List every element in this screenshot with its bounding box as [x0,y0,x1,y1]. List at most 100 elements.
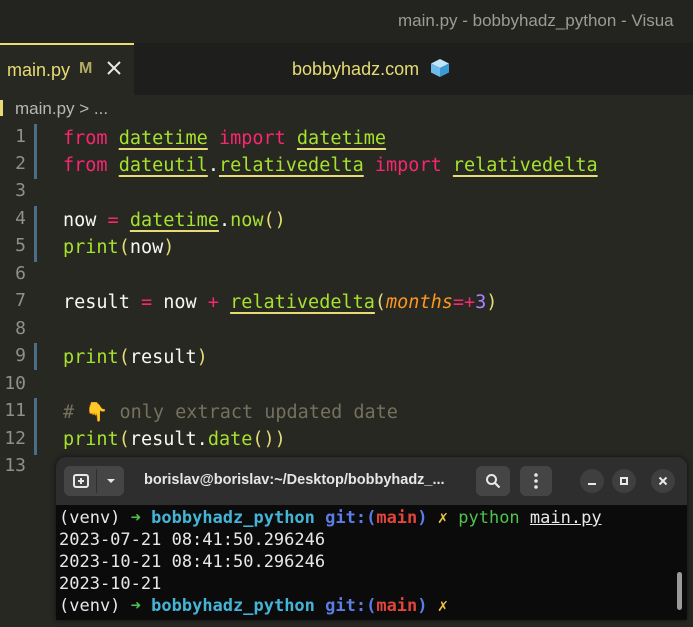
git-change-marker[interactable] [34,206,37,262]
identifier-token: datetime [129,210,219,231]
line-number: 2 [15,153,26,174]
line-number: 5 [15,235,26,256]
prompt-dir: bobbyhadz_python [151,508,315,528]
code-line: print(result) [63,344,208,371]
git-change-marker[interactable] [34,398,37,455]
search-icon [486,474,501,489]
paren-token: ) [163,237,175,258]
git-change-marker[interactable] [34,124,37,179]
breadcrumb-rest[interactable]: > ... [75,99,108,118]
output-line: 2023-07-21 08:41:50.296246 [59,530,326,550]
breadcrumb-file[interactable]: main.py [15,99,75,118]
number-token: 3 [475,292,487,313]
close-window-button[interactable] [651,469,675,493]
dirty-mark-icon: ✗ [427,508,459,528]
line-number: 12 [4,428,26,449]
minimize-icon [588,483,596,485]
button-divider [96,469,97,493]
argument-token: months [386,292,453,313]
builtin-token: print [63,429,119,450]
operator-token: + [196,292,231,313]
variable-token: now [129,237,164,258]
pointing-down-hand-icon: 👇 [85,402,109,423]
terminal-scrollbar[interactable] [677,572,682,610]
variable-token: result [129,347,197,368]
paren-token: ( [252,429,264,450]
variable-token: now [63,210,97,231]
command-arg: main.py [529,508,602,528]
paren-token: ) [274,210,286,231]
prompt-dir: bobbyhadz_python [151,596,315,616]
paren-token: ) [274,429,286,450]
command-text: python [458,508,530,528]
prompt-git-close: ) [417,596,428,616]
operator-token: = [96,210,130,231]
line-number-gutter: 1 2 3 4 5 6 7 8 9 10 11 12 13 [0,122,36,627]
breadcrumb-marker [0,100,3,116]
variable-token: result [129,429,197,450]
keyword-token: import [218,128,286,149]
keyword-token: from [63,128,108,149]
modified-badge: M [79,60,93,77]
window-titlebar: main.py - bobbyhadz_python - Visua [0,0,693,43]
dot-token: . [196,429,208,450]
breadcrumb[interactable]: main.py > ... [0,95,693,122]
prompt-git: git:( [314,596,377,616]
identifier-token: relativedelta [230,292,375,313]
variable-token: result [63,292,130,313]
line-number: 9 [15,345,26,366]
menu-button[interactable] [520,466,552,496]
code-line: # 👇 only extract updated date [63,399,398,426]
method-token: date [207,429,253,450]
method-token: now [230,210,264,231]
prompt-line: (venv) ➜ bobbyhadz_python git:(main) ✗ p… [59,507,602,529]
line-number: 8 [15,318,26,339]
chevron-down-icon[interactable] [105,475,117,487]
line-number: 13 [4,455,26,476]
line-number: 11 [4,400,26,421]
code-line: print(now) [63,234,174,261]
code-line: from datetime import datetime [63,125,386,152]
terminal-title: borislav@borislav:~/Desktop/bobbyhadz_..… [144,472,445,488]
kebab-menu-icon [534,473,538,489]
identifier-token: datetime [296,128,387,149]
maximize-button[interactable] [612,469,636,493]
builtin-token: print [63,347,119,368]
new-tab-icon [73,474,89,488]
git-change-marker[interactable] [34,343,37,370]
tab-label: main.py [7,60,71,80]
paren-token: ) [196,347,208,368]
close-icon[interactable] [105,59,123,77]
code-line: from dateutil.relativedelta import relat… [63,152,598,179]
dirty-mark-icon: ✗ [427,596,459,616]
identifier-token: relativedelta [452,155,598,176]
terminal-window[interactable]: borislav@borislav:~/Desktop/bobbyhadz_..… [56,457,687,620]
prompt-branch: main [376,508,418,528]
output-line: 2023-10-21 08:41:50.296246 [59,552,326,572]
maximize-icon [620,477,628,485]
operator-token: =+ [452,292,476,313]
module-token: relativedelta [218,155,364,176]
prompt-git: git:( [314,508,377,528]
comment-text: only extract updated date [108,402,398,423]
module-token: dateutil [118,155,208,176]
paren-token: ( [263,210,275,231]
prompt-arrow-icon: ➜ [130,508,152,528]
line-number: 1 [15,126,26,147]
new-tab-button[interactable] [64,466,124,496]
tab-main-py[interactable]: main.py M [0,43,134,95]
dot-token: . [207,155,219,176]
line-number: 7 [15,290,26,311]
paren-token: ( [118,429,130,450]
site-title-text: bobbyhadz.com [292,59,420,79]
line-number: 4 [15,208,26,229]
search-button[interactable] [476,466,510,496]
ice-cube-icon [431,59,450,77]
minimize-button[interactable] [580,469,604,493]
prompt-git-close: ) [417,508,428,528]
